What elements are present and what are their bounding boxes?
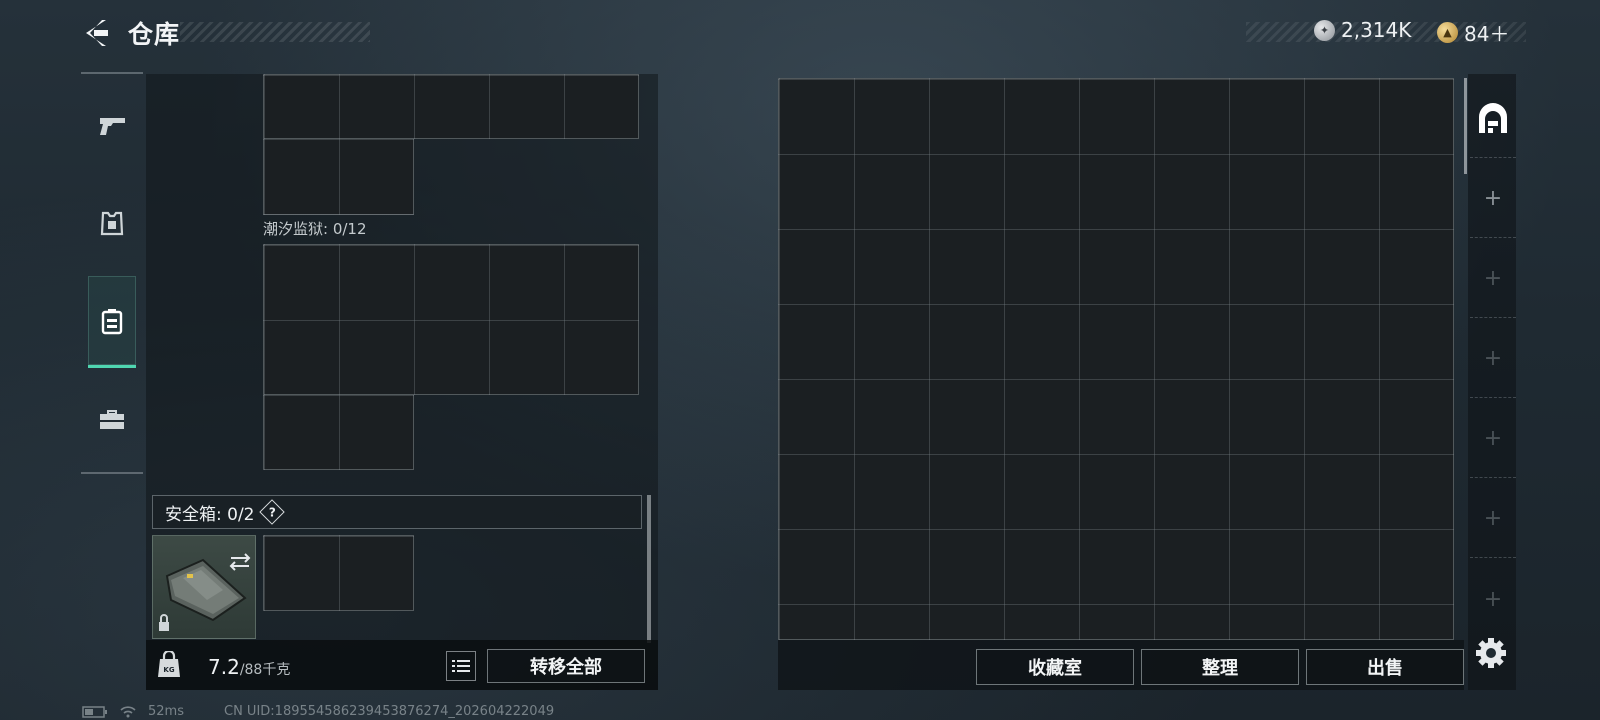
backpack-icon (101, 308, 123, 334)
armor-icon (100, 211, 124, 236)
gold-coin-icon: ▲ (1437, 22, 1458, 43)
warehouse-tab-add-3[interactable]: + (1470, 320, 1516, 398)
warehouse-tab-add-2[interactable]: + (1470, 240, 1516, 318)
silver-currency-value: 2,314K (1341, 18, 1412, 42)
sort-button[interactable]: 整理 (1141, 649, 1299, 685)
warehouse-tab-add-6[interactable]: + (1470, 560, 1516, 638)
safebox-label: 安全箱: 0/2 (165, 504, 255, 525)
warehouse-scrollbar[interactable] (1464, 78, 1467, 174)
warehouse-tab-add-5[interactable]: + (1470, 480, 1516, 558)
plus-icon: + (1483, 426, 1503, 451)
toolbox-icon (100, 410, 124, 429)
safebox-item-card[interactable] (152, 535, 256, 639)
pistol-icon (100, 118, 125, 135)
sidebar-item-weapon[interactable] (88, 80, 136, 172)
warehouse-tab-add-1[interactable]: + (1470, 160, 1516, 238)
back-button[interactable] (80, 16, 110, 50)
warehouse-tab-add-4[interactable]: + (1470, 400, 1516, 478)
gold-currency[interactable]: ▲ 84＋ (1437, 18, 1509, 47)
help-icon[interactable]: ? (258, 499, 285, 525)
ping-value: 52ms (148, 704, 184, 719)
safebox-grid[interactable] (263, 535, 414, 611)
container-grid-tail[interactable] (263, 394, 414, 470)
page-title: 仓库 (128, 20, 181, 49)
silver-coin-icon: ✦ (1314, 19, 1335, 41)
collection-room-button[interactable]: 收藏室 (976, 649, 1134, 685)
plus-icon: + (1483, 586, 1503, 612)
safebox-header: 安全箱: 0/2 ? (152, 495, 642, 529)
warehouse-grid[interactable] (778, 78, 1454, 640)
battery-icon (82, 705, 107, 718)
warehouse-icon (1479, 102, 1507, 133)
gold-currency-value: 84＋ (1464, 22, 1510, 46)
carry-weight: 7.2/88千克 (208, 655, 290, 679)
container-label: 潮汐监狱: 0/12 (263, 220, 367, 238)
rail-divider-bottom (81, 472, 143, 474)
plus-icon: + (1483, 186, 1503, 211)
plus-icon: + (1483, 346, 1503, 371)
device-status: 52ms (82, 704, 184, 719)
weight-current: 7.2 (208, 655, 240, 679)
inventory-scrollbar[interactable] (647, 495, 651, 643)
plus-icon: + (1483, 266, 1503, 291)
sidebar-item-backpack[interactable] (88, 276, 136, 368)
back-arrow-icon (86, 20, 108, 46)
list-view-button[interactable] (446, 651, 476, 681)
sidebar-item-toolbox[interactable] (88, 374, 136, 466)
sell-button[interactable]: 出售 (1306, 649, 1464, 685)
container-grid-main[interactable] (263, 244, 639, 395)
backpack-grid-upper-row[interactable] (263, 74, 639, 139)
svg-text:KG: KG (163, 666, 174, 674)
settings-button[interactable] (1474, 636, 1508, 670)
wifi-icon (120, 705, 136, 717)
silver-currency[interactable]: ✦ 2,314K (1314, 18, 1411, 42)
rail-divider-top (81, 72, 143, 74)
gear-icon (1476, 638, 1506, 668)
list-icon (452, 660, 470, 672)
backpack-grid-upper-tail[interactable] (263, 138, 414, 215)
plus-icon: + (1483, 506, 1503, 531)
transfer-all-button[interactable]: 转移全部 (487, 649, 645, 683)
weight-capacity: /88千克 (239, 662, 291, 678)
safebox-case-icon (159, 553, 251, 631)
warehouse-tab-main[interactable] (1470, 80, 1516, 158)
uid-label: CN UID:18955458623945387627­4_2026042220… (224, 704, 555, 719)
sidebar-item-armor[interactable] (88, 178, 136, 270)
weight-bag-icon: KG (158, 651, 180, 677)
title-decoration (180, 22, 370, 42)
